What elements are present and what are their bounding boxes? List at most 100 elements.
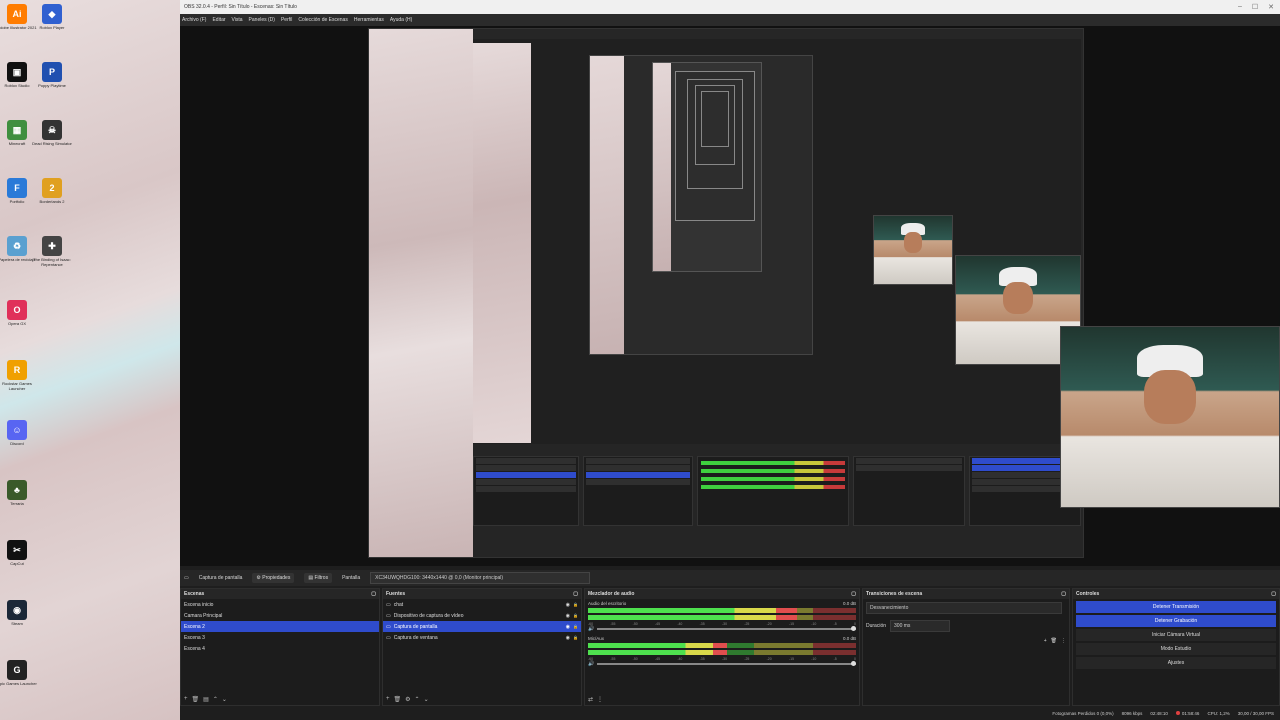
transition-select[interactable]: Desvanecimiento bbox=[866, 602, 1062, 614]
source-item[interactable]: ▭ Captura de pantalla ◉ 🔒 bbox=[383, 621, 581, 632]
menu-item[interactable]: Colección de Escenas bbox=[298, 17, 347, 23]
desktop-icon[interactable]: G Epic Games Launcher bbox=[0, 660, 39, 687]
meter-tick: -5 bbox=[833, 657, 837, 661]
desktop-icon[interactable]: ✚ The Binding of Isaac: Repentance bbox=[30, 236, 74, 268]
properties-button[interactable]: ⚙ Propiedades bbox=[252, 573, 295, 583]
remove-transition-icon[interactable]: 🗑 bbox=[1051, 638, 1057, 644]
preview-canvas[interactable] bbox=[180, 26, 1280, 566]
maximize-icon[interactable]: ☐ bbox=[1252, 3, 1258, 11]
app-icon: 2 bbox=[42, 178, 62, 198]
screen-select[interactable]: XC34UWQHDG100: 3440x1440 @ 0,0 (Monitor … bbox=[370, 572, 591, 584]
desktop-icon[interactable]: 2 Borderlands 2 bbox=[30, 178, 74, 205]
desktop-icon[interactable]: P Poppy Playtime bbox=[30, 62, 74, 89]
source-item[interactable]: ▭ Dispositivo de captura de vídeo ◉ 🔒 bbox=[383, 610, 581, 621]
menu-item[interactable]: Archivo (F) bbox=[182, 17, 206, 23]
dock-popout-icon[interactable]: ▢ bbox=[371, 591, 376, 597]
volume-slider-knob[interactable] bbox=[851, 626, 856, 631]
meter-tick: -55 bbox=[610, 622, 616, 626]
desktop-icon[interactable]: ◉ Steam bbox=[0, 600, 39, 627]
visibility-eye-icon[interactable]: ◉ bbox=[566, 602, 570, 608]
lock-icon[interactable]: 🔒 bbox=[573, 635, 578, 640]
app-icon: R bbox=[7, 360, 27, 380]
volume-slider-knob[interactable] bbox=[851, 661, 856, 666]
speaker-icon[interactable]: 🔊 bbox=[588, 626, 594, 632]
scene-item[interactable]: Escena inicio bbox=[181, 599, 379, 610]
menu-item[interactable]: Vista bbox=[232, 17, 243, 23]
start-virtual-camera-button[interactable]: Iniciar Cámara Virtual bbox=[1076, 629, 1276, 641]
source-name: Captura de pantalla bbox=[198, 575, 243, 581]
channel-db: 0.0 dB bbox=[842, 601, 856, 606]
transition-menu-icon[interactable]: ⋮ bbox=[1061, 638, 1066, 644]
close-icon[interactable]: ✕ bbox=[1268, 3, 1274, 11]
settings-button[interactable]: Ajustes bbox=[1076, 657, 1276, 669]
stop-recording-button[interactable]: Detener Grabación bbox=[1076, 615, 1276, 627]
source-settings-icon[interactable]: ⚙ bbox=[405, 696, 410, 703]
desktop-icon[interactable]: ✂ CapCut bbox=[0, 540, 39, 567]
lock-icon[interactable]: 🔒 bbox=[573, 602, 578, 607]
scene-item[interactable]: Escena 2 bbox=[181, 621, 379, 632]
preview-screen-capture bbox=[368, 28, 1084, 558]
menu-item[interactable]: Herramientas bbox=[354, 17, 384, 23]
mixer-title: Mezclador de audio bbox=[588, 591, 635, 597]
mixer-menu-icon[interactable]: ⋮ bbox=[597, 696, 603, 703]
dock-popout-icon[interactable]: ▢ bbox=[1271, 591, 1276, 597]
move-up-icon[interactable]: ⌃ bbox=[213, 696, 218, 703]
rec-time: 01:58:46 bbox=[1175, 710, 1199, 716]
menu-item[interactable]: Editar bbox=[212, 17, 225, 23]
source-item[interactable]: ▭ chat ◉ 🔒 bbox=[383, 599, 581, 610]
meter-tick: -25 bbox=[744, 622, 750, 626]
minimize-icon[interactable]: – bbox=[1238, 3, 1242, 11]
speaker-icon[interactable]: 🔊 bbox=[588, 661, 594, 667]
move-down-icon[interactable]: ⌄ bbox=[424, 696, 429, 703]
desktop-icon[interactable]: ♣ Terraria bbox=[0, 480, 39, 507]
volume-meter bbox=[588, 608, 856, 613]
dock-popout-icon[interactable]: ▢ bbox=[1061, 591, 1066, 597]
dock-popout-icon[interactable]: ▢ bbox=[851, 591, 856, 597]
remove-source-icon[interactable]: 🗑 bbox=[394, 696, 402, 703]
desktop-icon[interactable]: ☠ Dead Rising Simulator bbox=[30, 120, 74, 147]
lock-icon[interactable]: 🔒 bbox=[573, 624, 578, 629]
nested-webcam-1 bbox=[873, 215, 953, 285]
visibility-eye-icon[interactable]: ◉ bbox=[566, 624, 570, 630]
mixer-link-icon[interactable]: ⇄ bbox=[588, 696, 593, 703]
menu-item[interactable]: Ayuda (H) bbox=[390, 17, 412, 23]
filters-button[interactable]: ▤ Filtros bbox=[304, 573, 333, 583]
menu-item[interactable]: Perfil bbox=[281, 17, 292, 23]
source-label: Captura de ventana bbox=[393, 634, 438, 641]
meter-tick: -40 bbox=[677, 657, 683, 661]
volume-slider[interactable] bbox=[597, 661, 856, 666]
volume-slider[interactable] bbox=[597, 626, 856, 631]
meter-tick: -5 bbox=[833, 622, 837, 626]
source-item[interactable]: ▭ Captura de ventana ◉ 🔒 bbox=[383, 632, 581, 643]
add-scene-icon[interactable]: + bbox=[184, 696, 188, 703]
desktop-icon[interactable]: ☺ Discord bbox=[0, 420, 39, 447]
dock-popout-icon[interactable]: ▢ bbox=[573, 591, 578, 597]
desktop-icon[interactable]: ◆ Roblox Player bbox=[30, 4, 74, 31]
app-icon: Ai bbox=[7, 4, 27, 24]
stop-streaming-button[interactable]: Detener Transmisión bbox=[1076, 601, 1276, 613]
source-type-icon: ▭ bbox=[386, 612, 391, 619]
nested-obs-docks bbox=[473, 444, 1083, 557]
lock-icon[interactable]: 🔒 bbox=[573, 613, 578, 618]
visibility-eye-icon[interactable]: ◉ bbox=[566, 613, 570, 619]
duration-input[interactable]: 300 ms bbox=[890, 620, 951, 632]
add-source-icon[interactable]: + bbox=[386, 696, 390, 703]
mixer-channel: Mic/Aux 0.0 dB -60 -55 -50 -45 -40 -35 -30 -25 -20… bbox=[585, 634, 859, 669]
fps: 30,00 / 30,00 FPS bbox=[1237, 710, 1274, 716]
menu-item[interactable]: Paneles (D) bbox=[249, 17, 275, 23]
add-transition-icon[interactable]: + bbox=[1044, 638, 1047, 644]
remove-scene-icon[interactable]: 🗑 bbox=[192, 696, 200, 703]
desktop-icon[interactable]: R Rockstar Games Launcher bbox=[0, 360, 39, 392]
filter-icon[interactable]: ▤ bbox=[203, 696, 209, 703]
visibility-eye-icon[interactable]: ◉ bbox=[566, 635, 570, 641]
scene-label: Escena 3 bbox=[184, 634, 205, 641]
desktop-icon[interactable]: O Opera GX bbox=[0, 300, 39, 327]
move-up-icon[interactable]: ⌃ bbox=[415, 696, 420, 703]
scene-item[interactable]: Camara Principal bbox=[181, 610, 379, 621]
move-down-icon[interactable]: ⌄ bbox=[222, 696, 227, 703]
scene-item[interactable]: Escena 3 bbox=[181, 632, 379, 643]
studio-mode-button[interactable]: Modo Estudio bbox=[1076, 643, 1276, 655]
nested-obs-preview-3 bbox=[589, 55, 813, 355]
scene-item[interactable]: Escena 4 bbox=[181, 643, 379, 654]
desktop-icon-label: Epic Games Launcher bbox=[0, 681, 37, 686]
